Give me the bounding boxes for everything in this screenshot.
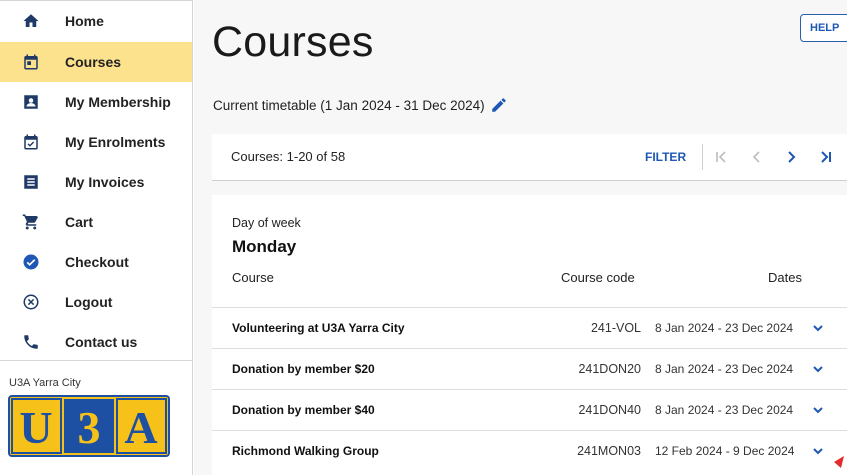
course-code: 241DON20 bbox=[578, 362, 641, 376]
svg-text:3: 3 bbox=[78, 402, 101, 453]
main-content: Courses HELP Current timetable (1 Jan 20… bbox=[194, 0, 847, 475]
sidebar-item-label: Logout bbox=[65, 294, 113, 310]
course-code: 241DON40 bbox=[578, 403, 641, 417]
column-header-course[interactable]: Course bbox=[232, 270, 274, 285]
course-name: Volunteering at U3A Yarra City bbox=[232, 321, 405, 335]
svg-text:A: A bbox=[124, 402, 157, 453]
sidebar-item-enrolments[interactable]: My Enrolments bbox=[0, 122, 192, 162]
course-name: Donation by member $20 bbox=[232, 362, 375, 376]
course-code: 241-VOL bbox=[590, 321, 641, 335]
course-dates: 8 Jan 2024 - 23 Dec 2024 bbox=[655, 403, 794, 417]
sidebar-item-label: Contact us bbox=[65, 334, 138, 350]
sidebar-item-label: Cart bbox=[65, 214, 94, 230]
pager-divider bbox=[702, 144, 703, 170]
sidebar-item-label: Courses bbox=[65, 54, 122, 70]
page-title: Courses bbox=[212, 18, 374, 66]
chevron-down-icon[interactable] bbox=[811, 403, 825, 417]
filter-button[interactable]: FILTER bbox=[645, 150, 686, 164]
org-name: U3A Yarra City bbox=[9, 377, 81, 389]
column-header-code[interactable]: Course code bbox=[561, 270, 635, 285]
sidebar-item-contact[interactable]: Contact us bbox=[0, 322, 192, 362]
sidebar-item-cart[interactable]: Cart bbox=[0, 202, 192, 242]
timetable-label: Current timetable (1 Jan 2024 - 31 Dec 2… bbox=[213, 97, 485, 113]
sidebar-item-label: Checkout bbox=[65, 254, 129, 270]
column-header-dates[interactable]: Dates bbox=[768, 270, 802, 285]
cart-icon bbox=[22, 213, 40, 231]
sidebar-item-label: My Enrolments bbox=[65, 134, 166, 150]
invoice-icon bbox=[22, 173, 40, 191]
result-count: Courses: 1-20 of 58 bbox=[231, 149, 346, 164]
calendar-check-icon bbox=[22, 133, 40, 151]
u3a-logo: U 3 A bbox=[8, 395, 170, 457]
sidebar-item-membership[interactable]: My Membership bbox=[0, 82, 192, 122]
last-page-icon[interactable] bbox=[816, 145, 836, 169]
home-icon bbox=[22, 12, 40, 30]
pager-bar: Courses: 1-20 of 58 FILTER bbox=[212, 134, 847, 181]
chevron-down-icon[interactable] bbox=[811, 362, 825, 376]
badge-icon bbox=[22, 93, 40, 111]
help-button[interactable]: HELP bbox=[800, 14, 847, 42]
cursor-pointer-icon bbox=[834, 456, 844, 468]
sidebar: Home Courses My Membership My Enrolments… bbox=[0, 0, 193, 475]
sidebar-item-logout[interactable]: Logout bbox=[0, 282, 192, 322]
group-label: Day of week bbox=[232, 216, 301, 230]
sidebar-item-label: My Invoices bbox=[65, 174, 145, 190]
chevron-down-icon[interactable] bbox=[811, 321, 825, 335]
svg-text:U: U bbox=[19, 402, 52, 453]
course-name: Donation by member $40 bbox=[232, 403, 375, 417]
course-dates: 12 Feb 2024 - 9 Dec 2024 bbox=[655, 444, 795, 458]
course-dates: 8 Jan 2024 - 23 Dec 2024 bbox=[655, 321, 794, 335]
sidebar-item-checkout[interactable]: Checkout bbox=[0, 242, 192, 282]
table-row[interactable]: Richmond Walking Group 241MON03 12 Feb 2… bbox=[212, 430, 847, 471]
course-name: Richmond Walking Group bbox=[232, 444, 379, 458]
phone-icon bbox=[22, 333, 40, 351]
table-row[interactable]: Donation by member $20 241DON20 8 Jan 20… bbox=[212, 348, 847, 389]
courses-card: Day of week Monday Course Course code Da… bbox=[212, 195, 847, 475]
course-code: 241MON03 bbox=[577, 444, 641, 458]
table-row[interactable]: Donation by member $40 241DON40 8 Jan 20… bbox=[212, 389, 847, 430]
sidebar-item-courses[interactable]: Courses bbox=[0, 42, 192, 82]
timetable-selector[interactable]: Current timetable (1 Jan 2024 - 31 Dec 2… bbox=[213, 96, 508, 114]
previous-page-icon[interactable] bbox=[747, 145, 767, 169]
next-page-icon[interactable] bbox=[781, 145, 801, 169]
sidebar-divider bbox=[0, 360, 192, 361]
sidebar-item-invoices[interactable]: My Invoices bbox=[0, 162, 192, 202]
course-dates: 8 Jan 2024 - 23 Dec 2024 bbox=[655, 362, 794, 376]
check-circle-icon bbox=[22, 253, 40, 271]
group-value: Monday bbox=[232, 237, 297, 256]
first-page-icon[interactable] bbox=[711, 145, 731, 169]
sidebar-item-label: My Membership bbox=[65, 94, 171, 110]
table-row[interactable]: Volunteering at U3A Yarra City 241-VOL 8… bbox=[212, 307, 847, 348]
chevron-down-icon[interactable] bbox=[811, 444, 825, 458]
sidebar-item-home[interactable]: Home bbox=[0, 1, 192, 41]
cancel-circle-icon bbox=[22, 293, 40, 311]
calendar-icon bbox=[22, 53, 40, 71]
edit-icon[interactable] bbox=[490, 96, 508, 114]
sidebar-item-label: Home bbox=[65, 13, 104, 29]
